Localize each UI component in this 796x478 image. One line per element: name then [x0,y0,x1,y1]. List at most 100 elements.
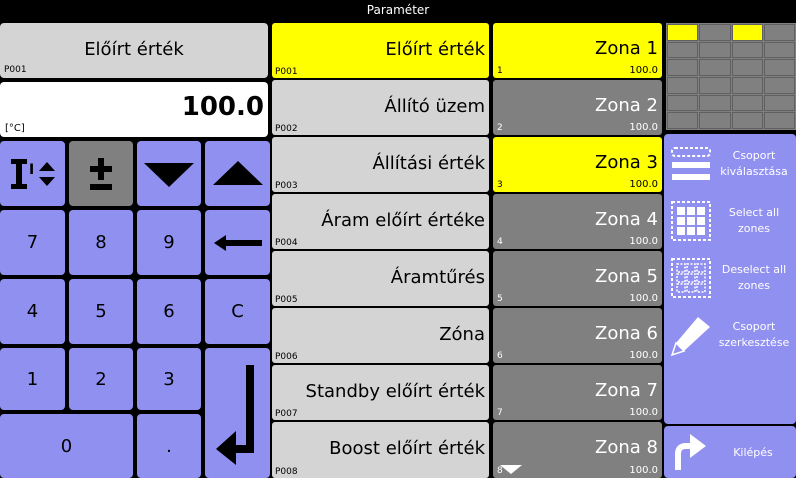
deselect-all-label: Deselect all zones [721,263,787,292]
param-label: Előírt érték [385,39,485,60]
zone-index: 6 [497,351,503,361]
grid-cell [731,41,763,59]
grid-cell [731,112,763,129]
key-2[interactable]: 2 [69,348,133,410]
exit-button[interactable]: Kilépés [664,426,796,478]
key-1[interactable]: 1 [0,348,65,410]
deselect-all-grid-icon [671,258,711,298]
zone-index: 4 [497,237,503,247]
zone-name: Zona 8 [595,437,658,458]
cursor-mode-button[interactable]: I [0,141,65,206]
key-5[interactable]: 5 [69,279,133,344]
param-row[interactable]: Állítási érték P003 [272,137,489,192]
scroll-down-icon[interactable] [498,463,524,475]
param-code: P003 [275,181,298,191]
value-display[interactable]: 100.0 [°C] [0,82,268,137]
grid-cell [731,76,763,94]
grid-cell [699,59,731,76]
dot-button[interactable]: . [137,414,201,478]
grid-cell [731,94,763,112]
param-label: Zóna [439,324,485,345]
arrow-up-button[interactable] [205,141,270,206]
zone-name: Zona 2 [595,95,658,116]
param-row[interactable]: Standby előírt érték P007 [272,365,489,420]
param-code: P008 [275,467,298,477]
grid-cell [763,112,795,129]
param-row[interactable]: Előírt érték P001 [272,23,489,78]
key-4[interactable]: 4 [0,279,65,344]
grid-cell [699,94,731,112]
zone-row[interactable]: Zona 3 3 100.0 [493,137,662,192]
grid-cell [667,24,699,41]
select-all-zones-button[interactable]: Select all zones [666,193,796,249]
current-param-code: P001 [4,65,27,75]
group-select-icon [671,147,711,180]
key-0[interactable]: 0 [0,414,133,478]
backspace-arrow-icon [213,234,262,251]
key-8[interactable]: 8 [69,210,133,275]
grid-cell [763,76,795,94]
grid-cell [699,76,731,94]
param-row[interactable]: Állító üzem P002 [272,80,489,135]
zone-row[interactable]: Zona 1 1 100.0 [493,23,662,78]
grid-cell [699,112,731,129]
param-row[interactable]: Zóna P006 [272,308,489,363]
param-code: P002 [275,124,298,134]
zone-index: 7 [497,408,503,418]
zone-index: 3 [497,180,503,190]
pencil-icon [670,317,710,357]
zone-index: 1 [497,66,503,76]
deselect-all-zones-button[interactable]: Deselect all zones [666,250,796,306]
zone-row[interactable]: Zona 7 7 100.0 [493,365,662,420]
param-row[interactable]: Áramtűrés P005 [272,251,489,306]
grid-cell [667,41,699,59]
param-label: Boost előírt érték [329,438,485,459]
clear-button[interactable]: C [205,279,270,344]
group-edit-label: Csoport szerkesztése [718,320,790,349]
zone-name: Zona 6 [595,323,658,344]
zone-value: 100.0 [629,236,658,247]
zone-row[interactable]: Zona 4 4 100.0 [493,194,662,249]
group-select-label: Csoport kiválasztása [720,149,788,178]
svg-text:I: I [29,162,34,178]
key-7[interactable]: 7 [0,210,65,275]
key-9[interactable]: 9 [137,210,201,275]
group-edit-button[interactable]: Csoport szerkesztése [666,307,796,363]
param-label: Standby előírt érték [305,381,485,402]
arrow-down-button[interactable] [137,141,201,206]
grid-cell [763,94,795,112]
param-row[interactable]: Boost előírt érték P008 [272,422,489,478]
grid-cell [731,24,763,41]
current-param-header: Előírt érték P001 [0,23,268,78]
plus-minus-button[interactable] [69,141,133,206]
grid-cell [731,59,763,76]
zone-row[interactable]: Zona 6 6 100.0 [493,308,662,363]
key-6[interactable]: 6 [137,279,201,344]
param-label: Áram előírt értéke [321,210,485,231]
value-text: 100.0 [181,92,264,122]
group-select-button[interactable]: Csoport kiválasztása [666,136,796,192]
param-label: Áramtűrés [390,267,485,288]
zone-index: 5 [497,294,503,304]
param-row[interactable]: Áram előírt értéke P004 [272,194,489,249]
grid-cell [667,76,699,94]
zone-row[interactable]: Zona 2 2 100.0 [493,80,662,135]
current-param-name: Előírt érték [84,39,184,60]
param-label: Állító üzem [384,96,485,117]
enter-button[interactable] [205,348,270,478]
param-label: Állítási érték [372,153,485,174]
grid-cell [763,24,795,41]
zone-value: 100.0 [629,465,658,476]
param-code: P007 [275,409,298,419]
zone-value: 100.0 [629,350,658,361]
zone-value: 100.0 [629,65,658,76]
plus-minus-icon [90,157,112,190]
zone-name: Zona 7 [595,380,658,401]
zone-row[interactable]: Zona 5 5 100.0 [493,251,662,306]
key-3[interactable]: 3 [137,348,201,410]
zone-index: 2 [497,123,503,133]
zone-value: 100.0 [629,293,658,304]
backspace-button[interactable] [205,210,270,275]
zone-name: Zona 4 [595,209,658,230]
triangle-up-icon [212,160,263,185]
